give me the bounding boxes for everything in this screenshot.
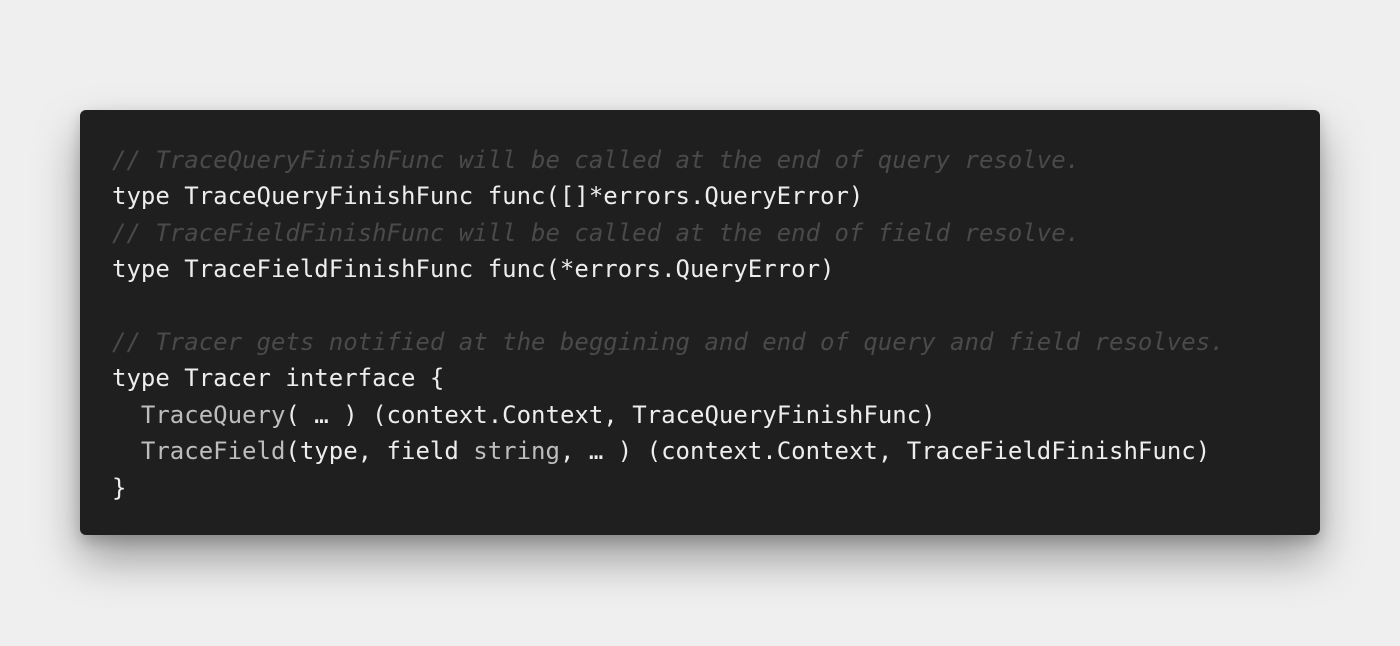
method-name: TraceQuery (140, 400, 286, 429)
code-line-2: type TraceQueryFinishFunc func([]*errors… (112, 178, 1225, 214)
keyword-type: type (112, 182, 170, 211)
page-background: // TraceQueryFinishFunc will be called a… (0, 0, 1400, 646)
interface-open: interface { (285, 364, 445, 393)
code-comment: // TraceQueryFinishFunc will be called a… (112, 146, 1081, 174)
type-name: TraceFieldFinishFunc (184, 255, 474, 284)
code-comment: // TraceFieldFinishFunc will be called a… (112, 218, 1081, 247)
code-line-10: } (112, 470, 1225, 506)
method-return: (context.Context, TraceFieldFinishFunc) (646, 437, 1211, 466)
method-name: TraceField (140, 437, 286, 466)
code-line-8: TraceQuery( … ) (context.Context, TraceQ… (112, 397, 1225, 433)
keyword-type: type (112, 255, 170, 284)
code-line-1: // TraceQueryFinishFunc will be called a… (112, 142, 1225, 178)
method-args-end: , … ) (559, 437, 633, 466)
method-args-start: (type, field (285, 437, 474, 466)
code-snippet-card: // TraceQueryFinishFunc will be called a… (80, 110, 1320, 535)
closing-brace: } (112, 473, 127, 502)
code-line-5-blank (112, 288, 1225, 324)
code-line-6: // Tracer gets notified at the beggining… (112, 324, 1225, 360)
builtin-type: string (473, 437, 560, 466)
keyword-type: type (112, 364, 170, 393)
code-line-9: TraceField(type, field string, … ) (cont… (112, 433, 1225, 469)
code-line-7: type Tracer interface { (112, 360, 1225, 396)
type-signature: func([]*errors.QueryError) (487, 182, 864, 211)
code-comment: // Tracer gets notified at the beggining… (112, 327, 1225, 356)
type-name: TraceQueryFinishFunc (184, 182, 474, 211)
code-line-3: // TraceFieldFinishFunc will be called a… (112, 215, 1225, 251)
method-return: (context.Context, TraceQueryFinishFunc) (372, 400, 936, 429)
method-args: ( … ) (285, 400, 358, 429)
type-name: Tracer (184, 364, 271, 393)
code-line-4: type TraceFieldFinishFunc func(*errors.Q… (112, 251, 1225, 287)
code-block: // TraceQueryFinishFunc will be called a… (112, 142, 1225, 506)
type-signature: func(*errors.QueryError) (487, 255, 835, 284)
